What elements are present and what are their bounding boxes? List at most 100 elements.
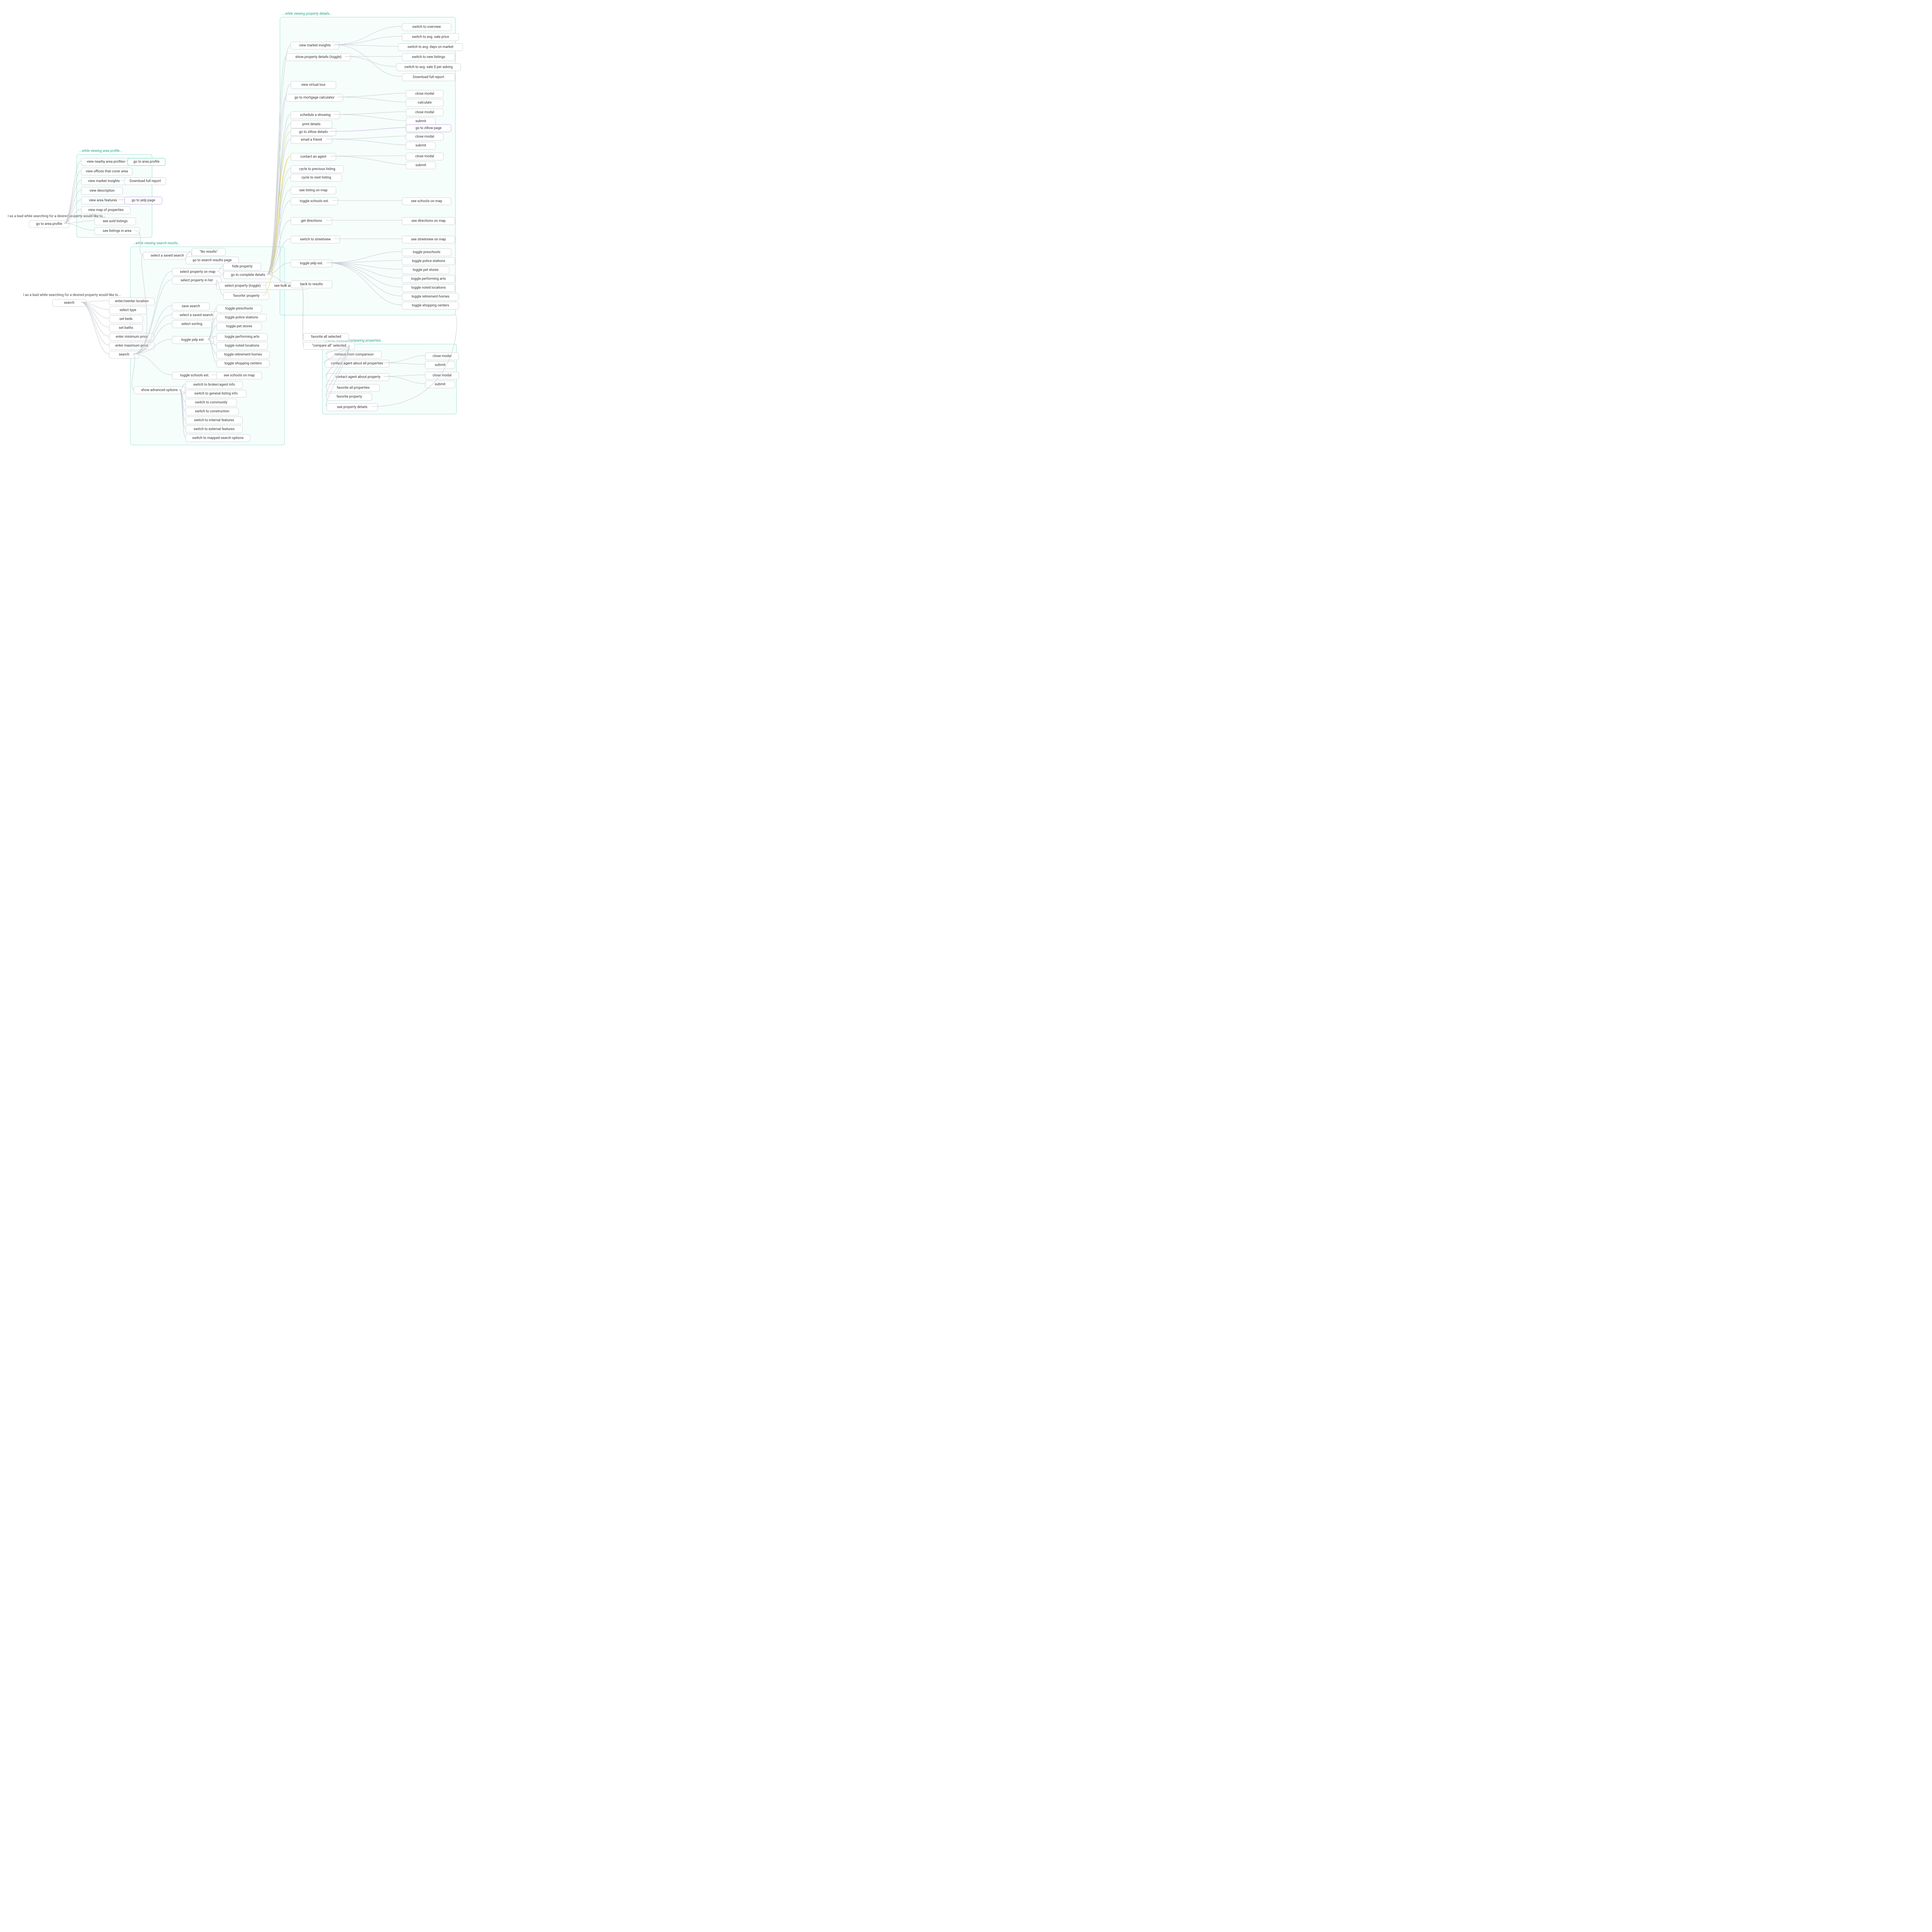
pd-streetview-map[interactable]: see streetview on map: [402, 236, 455, 243]
pd-back[interactable]: back to results: [291, 281, 332, 288]
ap-insights-dl[interactable]: Download full report: [124, 177, 166, 185]
sr-go-details[interactable]: go to complete details: [223, 271, 273, 279]
pd-print[interactable]: print details: [291, 121, 332, 128]
sr-adv-listing[interactable]: switch to general listing info: [185, 390, 247, 398]
pd-yelp-police[interactable]: toggle police stations: [402, 257, 455, 265]
bulk-compare-all[interactable]: "compare all" selected: [303, 342, 355, 350]
cmp-contact-all[interactable]: contact agent about all properties: [325, 360, 389, 367]
bulk-fav-all[interactable]: favorite all selected: [303, 333, 349, 341]
sr-adv-construction[interactable]: switch to construction: [185, 408, 239, 415]
sr-yelp-arts[interactable]: toggle performing arts: [216, 333, 268, 341]
pd-yelp-preschools[interactable]: toggle preschools: [402, 248, 451, 256]
sr-select-saved2[interactable]: select a saved search: [172, 311, 221, 319]
sr-yelp-noted[interactable]: toggle noted locations: [216, 342, 268, 350]
pd-directions[interactable]: get directions: [291, 217, 332, 225]
sr-prop-map[interactable]: select property on map: [172, 268, 223, 276]
sr-yelp-shop[interactable]: toggle shopping centers: [216, 360, 270, 367]
pd-schools-ext[interactable]: toggle schools ext.: [291, 197, 338, 205]
pd-streetview[interactable]: switch to streetview: [291, 236, 340, 243]
pd-zillow-page[interactable]: go to zillow page: [406, 124, 451, 132]
sr-select-saved[interactable]: select a saved search: [143, 252, 192, 260]
pd-email[interactable]: email a friend: [291, 136, 332, 144]
pd-email-close[interactable]: close modal: [406, 133, 444, 141]
pd-zillow[interactable]: go to zillow details: [291, 128, 336, 136]
pd-mort-calc[interactable]: calculate: [406, 99, 444, 107]
pd-prev[interactable]: cycle to previous listing: [291, 165, 344, 173]
cmp-contact-one-close[interactable]: close modal: [425, 372, 459, 379]
sr-schools-ext[interactable]: toggle schools ext.: [172, 372, 218, 379]
sr-yelp-retire[interactable]: toggle retirement homes: [216, 351, 270, 359]
pd-mi-avgprice[interactable]: switch to avg. sale price: [402, 33, 459, 41]
pd-yelp-noted[interactable]: toggle noted locations: [402, 284, 455, 292]
cmp-remove[interactable]: remove from comparison: [327, 351, 382, 359]
cmp-contact-one-submit[interactable]: submit: [425, 381, 455, 388]
pd-schools-map[interactable]: see schools on map: [402, 197, 451, 205]
sr-save-search[interactable]: save search: [172, 303, 210, 310]
ap-insights[interactable]: view market insights: [81, 177, 127, 185]
sr-adv-internal[interactable]: switch to internal features: [185, 417, 243, 424]
root-go-area-profile[interactable]: go to area profile: [29, 220, 69, 228]
si-search[interactable]: search: [109, 351, 139, 359]
pd-show-details[interactable]: show property details (toggle): [286, 53, 351, 61]
pd-contact[interactable]: contact an agent: [291, 153, 336, 161]
si-min[interactable]: enter minimum price: [109, 333, 155, 341]
pd-mi-avgdays[interactable]: switch to avg. days on market: [398, 43, 463, 51]
ap-desc[interactable]: view description: [81, 187, 123, 195]
sr-yelp-preschools[interactable]: toggle preschools: [216, 305, 262, 313]
pd-mi[interactable]: view market insights: [291, 42, 339, 49]
ap-map[interactable]: view map of properties: [81, 206, 131, 214]
pd-yelp-arts[interactable]: toggle performing arts: [402, 275, 455, 283]
pd-mort-close[interactable]: close modal: [406, 90, 444, 98]
sr-yelp-pet[interactable]: toggle pet stores: [216, 323, 262, 330]
sr-prop-list[interactable]: select property in list: [172, 277, 221, 284]
pd-email-submit[interactable]: submit: [406, 142, 436, 150]
cmp-contact-all-submit[interactable]: submit: [425, 361, 455, 369]
pd-showing[interactable]: schedule a showing: [291, 111, 340, 119]
sr-adv-mapped[interactable]: switch to mapped search options: [185, 434, 250, 442]
pd-yelp-pet[interactable]: toggle pet stores: [402, 266, 449, 274]
ap-features[interactable]: view area features: [81, 197, 125, 204]
si-max[interactable]: enter maximum price: [109, 342, 155, 350]
pd-yelp-ext[interactable]: toggle yelp ext.: [291, 260, 332, 267]
pd-next[interactable]: cycle to next listing: [291, 174, 342, 182]
cmp-see-details[interactable]: see property details: [327, 403, 378, 411]
pd-contact-submit[interactable]: submit: [406, 162, 436, 169]
si-beds[interactable]: set beds: [109, 315, 143, 323]
pd-virtual-tour[interactable]: view virtual tour: [291, 81, 336, 89]
pd-directions-map[interactable]: see directions on map: [402, 217, 455, 225]
si-baths[interactable]: set baths: [109, 324, 143, 332]
pd-contact-close[interactable]: close modal: [406, 153, 444, 160]
cmp-fav-all[interactable]: favorite all properties: [327, 384, 380, 392]
ap-offices[interactable]: view offices that cover area: [81, 168, 133, 175]
ap-nearby[interactable]: view nearby area profiles: [81, 158, 131, 166]
cmp-contact-all-close[interactable]: close modal: [425, 352, 459, 360]
pd-mortgage[interactable]: go to mortgage calculator: [286, 94, 343, 102]
root-search[interactable]: search: [52, 299, 86, 307]
ap-nearby-go[interactable]: go to area profile: [128, 158, 165, 166]
pd-show-close[interactable]: close modal: [406, 109, 444, 116]
sr-favorite[interactable]: 'favorite' property: [223, 292, 269, 300]
sr-prop-toggle[interactable]: select property (toggle): [216, 282, 269, 290]
cmp-fav-one[interactable]: favorite property: [327, 393, 372, 401]
pd-mi-overview[interactable]: switch to overview: [402, 23, 451, 31]
sr-adv-external[interactable]: switch to external features: [185, 425, 243, 433]
sr-yelp-ext[interactable]: toggle yelp ext.: [172, 336, 214, 344]
sr-adv-community[interactable]: switch to community: [185, 399, 237, 406]
pd-mi-dl[interactable]: Download full report: [402, 73, 455, 81]
sr-schools-map[interactable]: see schools on map: [216, 372, 262, 379]
cmp-contact-one[interactable]: contact agent about property: [327, 373, 389, 381]
sr-sorting[interactable]: select sorting: [172, 320, 212, 328]
sr-yelp-police[interactable]: toggle police stations: [216, 314, 267, 321]
sr-advanced[interactable]: show advanced options: [134, 386, 185, 394]
ap-listings[interactable]: see listings in area: [94, 227, 140, 235]
ap-sold[interactable]: see sold listings: [94, 218, 136, 225]
pd-see-map[interactable]: see listing on map: [291, 187, 336, 194]
si-type[interactable]: select type: [109, 306, 147, 314]
pd-yelp-shop[interactable]: toggle shopping centers: [402, 302, 459, 310]
pd-mi-new[interactable]: switch to new listings: [402, 53, 455, 61]
pd-mi-avgask[interactable]: switch to avg. sale $ per asking: [396, 63, 461, 71]
si-location[interactable]: enter/reenter location: [109, 298, 155, 305]
ap-features-yelp[interactable]: go to yelp page: [124, 197, 162, 204]
pd-yelp-retire[interactable]: toggle retirement homes: [402, 293, 459, 301]
sr-adv-broker[interactable]: switch to broker/agent info: [185, 381, 243, 389]
